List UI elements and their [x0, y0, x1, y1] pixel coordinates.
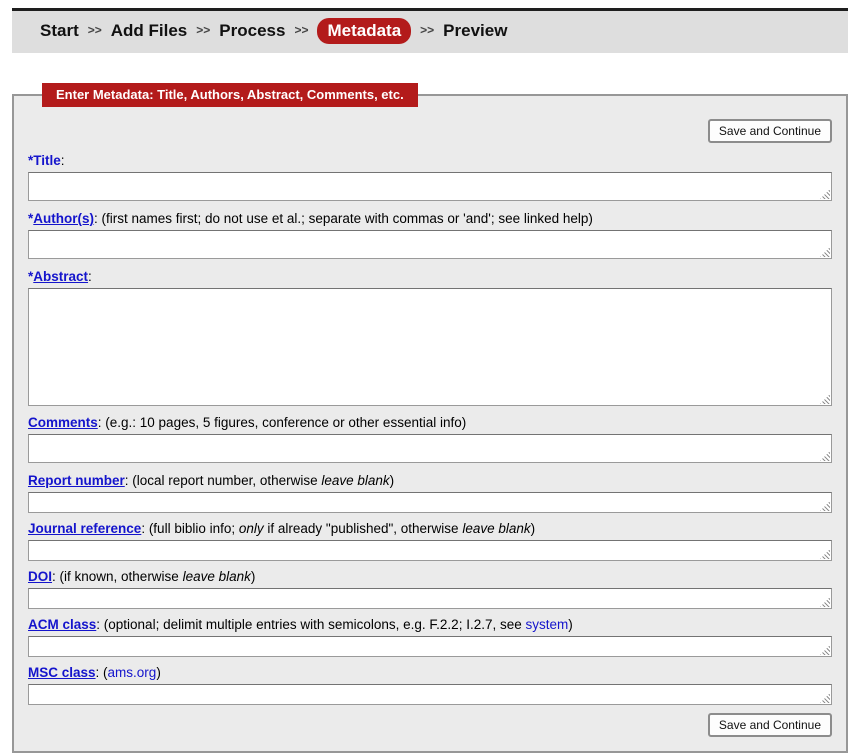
- fields: *Title: *Author(s): (first names first; d…: [28, 153, 832, 705]
- field-hint: :: [88, 269, 92, 284]
- field-hint: : (local report number, otherwise leave …: [125, 473, 394, 488]
- field-label-acm-class: ACM class: (optional; delimit multiple e…: [28, 617, 832, 633]
- metadata-form-panel: Enter Metadata: Title, Authors, Abstract…: [12, 83, 848, 753]
- title-input[interactable]: [28, 172, 832, 201]
- breadcrumb-separator: >>: [420, 23, 434, 37]
- breadcrumb-separator: >>: [294, 23, 308, 37]
- report-number-help-link[interactable]: Report number: [28, 473, 125, 488]
- doi-input[interactable]: [28, 588, 832, 609]
- breadcrumb-step-metadata: Metadata: [317, 18, 411, 44]
- field-title: *Title:: [28, 153, 832, 201]
- field-label-report-number: Report number: (local report number, oth…: [28, 473, 832, 489]
- breadcrumb-step-preview[interactable]: Preview: [443, 21, 507, 40]
- field-hint: : (if known, otherwise leave blank): [52, 569, 255, 584]
- field-abstract: *Abstract:: [28, 269, 832, 406]
- abstract-input[interactable]: [28, 288, 832, 406]
- authors-help-link[interactable]: Author(s): [33, 211, 94, 226]
- breadcrumb-separator: >>: [88, 23, 102, 37]
- journal-reference-help-link[interactable]: Journal reference: [28, 521, 141, 536]
- field-label-comments: Comments: (e.g.: 10 pages, 5 figures, co…: [28, 415, 832, 431]
- field-report-number: Report number: (local report number, oth…: [28, 473, 832, 513]
- field-hint: : (first names first; do not use et al.;…: [94, 211, 593, 226]
- field-journal-reference: Journal reference: (full biblio info; on…: [28, 521, 832, 561]
- field-comments: Comments: (e.g.: 10 pages, 5 figures, co…: [28, 415, 832, 463]
- field-msc-class: MSC class: (ams.org): [28, 665, 832, 705]
- system-link[interactable]: system: [525, 617, 568, 632]
- abstract-help-link[interactable]: Abstract: [33, 269, 88, 284]
- msc-class-input[interactable]: [28, 684, 832, 705]
- breadcrumb-step-process[interactable]: Process: [219, 21, 285, 40]
- save-and-continue-button-bottom[interactable]: Save and Continue: [708, 713, 832, 737]
- bottom-button-row: Save and Continue: [28, 713, 832, 737]
- comments-input[interactable]: [28, 434, 832, 463]
- field-label-title: *Title:: [28, 153, 832, 169]
- field-authors: *Author(s): (first names first; do not u…: [28, 211, 832, 259]
- field-hint: : (e.g.: 10 pages, 5 figures, conference…: [98, 415, 466, 430]
- doi-help-link[interactable]: DOI: [28, 569, 52, 584]
- field-label-authors: *Author(s): (first names first; do not u…: [28, 211, 832, 227]
- acm-class-help-link[interactable]: ACM class: [28, 617, 96, 632]
- field-hint: : (full biblio info; only if already "pu…: [141, 521, 535, 536]
- top-button-row: Save and Continue: [28, 119, 832, 143]
- field-label-abstract: *Abstract:: [28, 269, 832, 285]
- title-help-link[interactable]: Title: [33, 153, 61, 168]
- comments-help-link[interactable]: Comments: [28, 415, 98, 430]
- field-hint: : (optional; delimit multiple entries wi…: [96, 617, 572, 632]
- field-label-msc-class: MSC class: (ams.org): [28, 665, 832, 681]
- ams-org-link[interactable]: ams.org: [108, 665, 157, 680]
- authors-input[interactable]: [28, 230, 832, 259]
- field-hint: : (ams.org): [96, 665, 161, 680]
- journal-reference-input[interactable]: [28, 540, 832, 561]
- breadcrumb-step-start[interactable]: Start: [40, 21, 79, 40]
- field-acm-class: ACM class: (optional; delimit multiple e…: [28, 617, 832, 657]
- breadcrumb: Start >> Add Files >> Process >> Metadata >> Pre…: [12, 8, 848, 53]
- field-doi: DOI: (if known, otherwise leave blank): [28, 569, 832, 609]
- breadcrumb-step-add-files[interactable]: Add Files: [111, 21, 188, 40]
- msc-class-help-link[interactable]: MSC class: [28, 665, 96, 680]
- field-hint: :: [61, 153, 65, 168]
- breadcrumb-separator: >>: [196, 23, 210, 37]
- panel-legend: Enter Metadata: Title, Authors, Abstract…: [42, 83, 418, 107]
- field-label-journal-reference: Journal reference: (full biblio info; on…: [28, 521, 832, 537]
- field-label-doi: DOI: (if known, otherwise leave blank): [28, 569, 832, 585]
- report-number-input[interactable]: [28, 492, 832, 513]
- save-and-continue-button-top[interactable]: Save and Continue: [708, 119, 832, 143]
- acm-class-input[interactable]: [28, 636, 832, 657]
